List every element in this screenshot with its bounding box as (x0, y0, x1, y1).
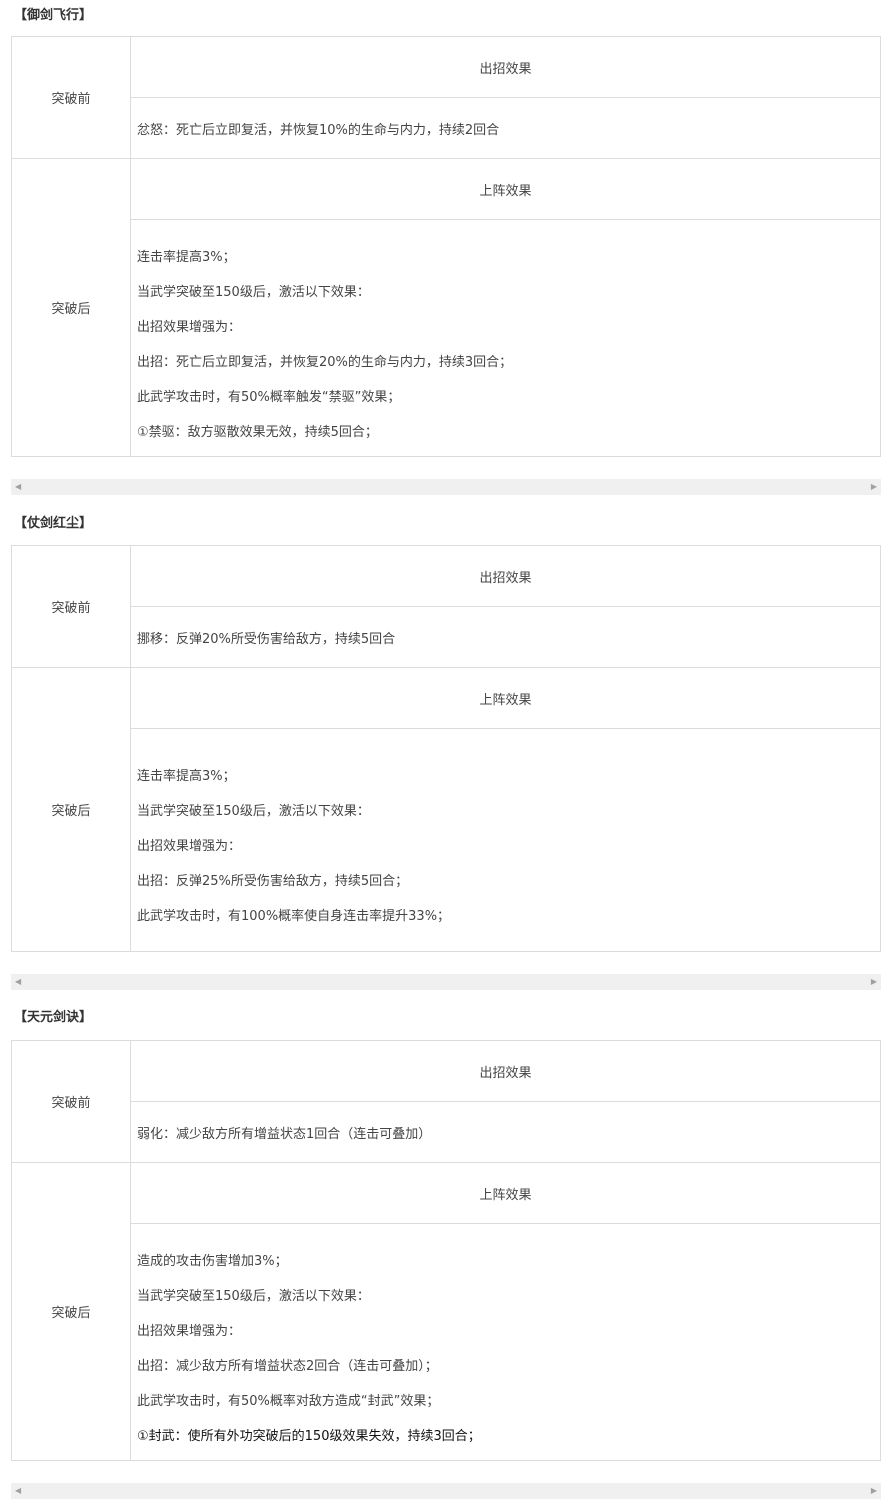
before-effect-desc: 挪移：反弹20%所受伤害给敌方，持续5回合 (130, 606, 881, 668)
section-title: 【仗剑红尘】 (14, 516, 93, 531)
scroll-right-arrow-icon[interactable]: ▶ (871, 1483, 877, 1499)
section-title: 【御剑飞行】 (14, 8, 93, 23)
effect-line: 出招效果增强为： (137, 319, 242, 335)
effect-line: 当武学突破至150级后，激活以下效果： (137, 284, 370, 300)
skill-table: 突破前 出招效果 弱化：减少敌方所有增益状态1回合（连击可叠加） 突破后 上阵效… (11, 1040, 881, 1461)
effect-line: 连击率提高3%； (137, 769, 236, 784)
cast-effect-header: 出招效果 (130, 1040, 881, 1102)
row-label-before: 突破前 (11, 1040, 131, 1163)
scroll-left-arrow-icon[interactable]: ◀ (15, 479, 21, 495)
effect-line: ①封武：使所有外功突破后的150级效果失效，持续3回合； (137, 1428, 481, 1444)
scroll-left-arrow-icon[interactable]: ◀ (15, 974, 21, 990)
after-effect-cell: 造成的攻击伤害增加3%； 当武学突破至150级后，激活以下效果： 出招效果增强为… (130, 1223, 881, 1461)
effect-line: 此武学攻击时，有50%概率触发“禁驱”效果； (137, 389, 401, 405)
horizontal-scrollbar[interactable]: ◀ ▶ (11, 479, 881, 495)
after-effect-cell: 连击率提高3%； 当武学突破至150级后，激活以下效果： 出招效果增强为： 出招… (130, 219, 881, 457)
row-label-after: 突破后 (11, 1162, 131, 1461)
row-label-after: 突破后 (11, 158, 131, 457)
scroll-right-arrow-icon[interactable]: ▶ (871, 974, 877, 990)
before-effect-desc: 忿怒：死亡后立即复活，并恢复10%的生命与内力，持续2回合 (130, 97, 881, 159)
formation-effect-header: 上阵效果 (130, 667, 881, 729)
effect-line: 此武学攻击时，有50%概率对敌方造成“封武”效果； (137, 1393, 440, 1409)
scroll-left-arrow-icon[interactable]: ◀ (15, 1483, 21, 1499)
horizontal-scrollbar[interactable]: ◀ ▶ (11, 974, 881, 990)
effect-line: 此武学攻击时，有100%概率使自身连击率提升33%； (137, 909, 451, 924)
effect-line: 出招效果增强为： (137, 839, 242, 854)
effect-line: 当武学突破至150级后，激活以下效果： (137, 804, 370, 819)
row-label-before: 突破前 (11, 545, 131, 668)
cast-effect-header: 出招效果 (130, 545, 881, 607)
skill-table: 突破前 出招效果 挪移：反弹20%所受伤害给敌方，持续5回合 突破后 上阵效果 … (11, 545, 881, 952)
effect-line: 连击率提高3%； (137, 249, 236, 265)
formation-effect-header: 上阵效果 (130, 158, 881, 220)
after-effect-cell: 连击率提高3%； 当武学突破至150级后，激活以下效果： 出招效果增强为： 出招… (130, 728, 881, 952)
scroll-right-arrow-icon[interactable]: ▶ (871, 479, 877, 495)
row-label-before: 突破前 (11, 36, 131, 159)
formation-effect-header: 上阵效果 (130, 1162, 881, 1224)
effect-line: 造成的攻击伤害增加3%； (137, 1253, 288, 1269)
effect-line: 出招：减少敌方所有增益状态2回合（连击可叠加）； (137, 1358, 438, 1374)
effect-line: 出招效果增强为： (137, 1323, 242, 1339)
before-effect-desc: 弱化：减少敌方所有增益状态1回合（连击可叠加） (130, 1101, 881, 1163)
skill-table: 突破前 出招效果 忿怒：死亡后立即复活，并恢复10%的生命与内力，持续2回合 突… (11, 36, 881, 457)
effect-line: 出招：反弹25%所受伤害给敌方，持续5回合； (137, 874, 409, 889)
effect-line: 当武学突破至150级后，激活以下效果： (137, 1288, 370, 1304)
row-label-after: 突破后 (11, 667, 131, 952)
horizontal-scrollbar[interactable]: ◀ ▶ (11, 1483, 881, 1499)
effect-line: 出招：死亡后立即复活，并恢复20%的生命与内力，持续3回合； (137, 354, 513, 370)
cast-effect-header: 出招效果 (130, 36, 881, 98)
section-title: 【天元剑诀】 (14, 1010, 93, 1025)
effect-line: ①禁驱：敌方驱散效果无效，持续5回合； (137, 424, 378, 440)
